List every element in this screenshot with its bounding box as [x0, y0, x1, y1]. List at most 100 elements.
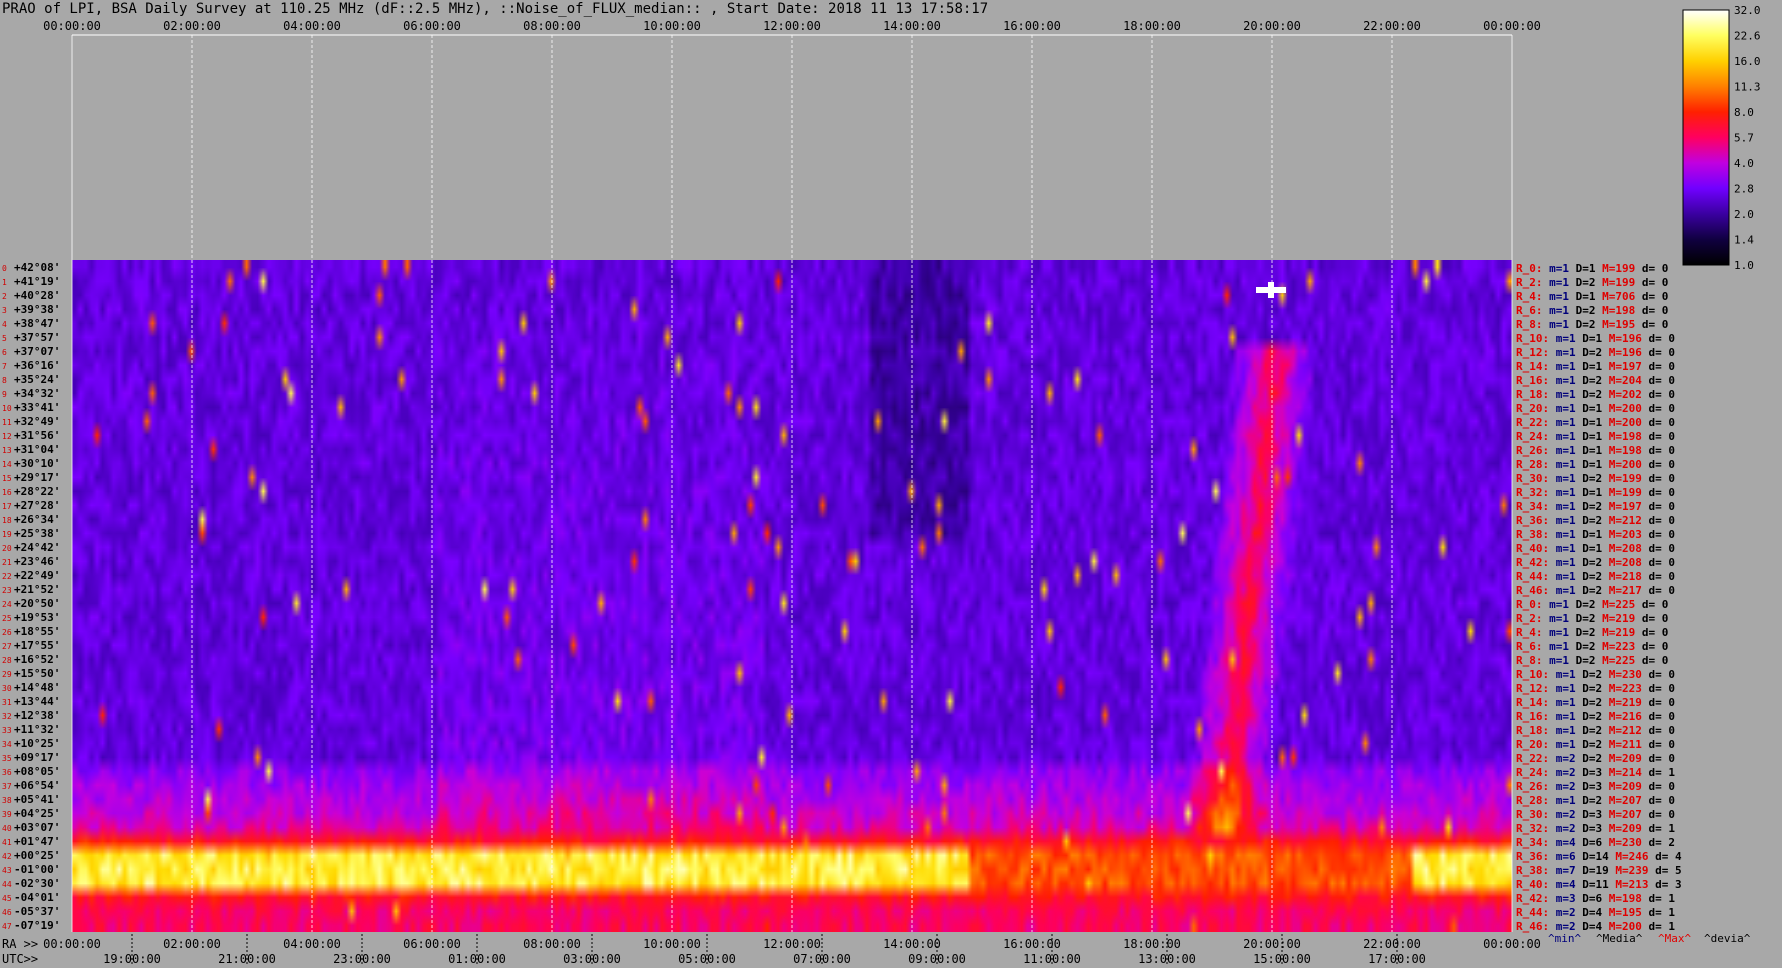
utc-tick-label: 11:00:00 — [1023, 952, 1081, 966]
ra-bottom-tick-label: 18:00:00 — [1123, 937, 1181, 951]
colorbar-tick-label: 2.8 — [1734, 183, 1754, 196]
row-stat-line: R_8: m=1 D=2 M=195 d= 0 — [1516, 318, 1668, 331]
row-stat-line: R_12: m=1 D=2 M=223 d= 0 — [1516, 682, 1675, 695]
utc-tick-label: 09:00:00 — [908, 952, 966, 966]
dec-row-index: 43 — [2, 866, 12, 875]
row-stat-line: R_46: m=1 D=2 M=217 d= 0 — [1516, 584, 1675, 597]
dec-tick-label: +40°28' — [14, 289, 60, 302]
dec-row-index: 14 — [2, 460, 12, 469]
dec-row-index: 13 — [2, 446, 12, 455]
dec-tick-label: +42°08' — [14, 261, 60, 274]
row-stat-line: R_6: m=1 D=2 M=223 d= 0 — [1516, 640, 1668, 653]
survey-chart: 00:00:00 02:00:00 04:00:00 06:00:00 08:00:00… — [2, 4, 1761, 966]
row-stat-line: R_14: m=1 D=1 M=197 d= 0 — [1516, 360, 1675, 373]
row-stat-line: R_4: m=1 D=2 M=219 d= 0 — [1516, 626, 1668, 639]
ra-tick-label: 04:00:00 — [283, 19, 341, 33]
bottom-axes: RA >>UTC>> 00:00:00 02:00:00 04:00:00 06:00:… — [2, 934, 1541, 966]
row-stat-line: R_4: m=1 D=1 M=706 d= 0 — [1516, 290, 1668, 303]
dec-tick-label: +32°49' — [14, 415, 60, 428]
dec-tick-label: +12°38' — [14, 709, 60, 722]
dec-row-index: 19 — [2, 530, 12, 539]
dec-tick-label: +17°55' — [14, 639, 60, 652]
colorbar-tick-label: 11.3 — [1734, 81, 1761, 94]
row-stat-line: R_18: m=1 D=2 M=202 d= 0 — [1516, 388, 1675, 401]
row-stat-line: R_30: m=1 D=2 M=199 d= 0 — [1516, 472, 1675, 485]
row-stat-line: R_24: m=1 D=1 M=198 d= 0 — [1516, 430, 1675, 443]
row-stat-line: R_10: m=1 D=1 M=196 d= 0 — [1516, 332, 1675, 345]
dec-row-index: 25 — [2, 614, 12, 623]
ra-bottom-tick-label: 00:00:00 — [1483, 937, 1541, 951]
utc-tick-label: 17:00:00 — [1368, 952, 1426, 966]
dec-tick-label: +00°25' — [14, 849, 60, 862]
dec-tick-label: +08°05' — [14, 765, 60, 778]
ra-bottom-tick-label: 12:00:00 — [763, 937, 821, 951]
ra-tick-label: 06:00:00 — [403, 19, 461, 33]
row-stat-line: R_36: m=1 D=2 M=212 d= 0 — [1516, 514, 1675, 527]
row-stat-line: R_6: m=1 D=2 M=198 d= 0 — [1516, 304, 1668, 317]
row-stat-line: R_44: m=1 D=2 M=218 d= 0 — [1516, 570, 1675, 583]
row-stat-line: R_0: m=1 D=2 M=225 d= 0 — [1516, 598, 1668, 611]
dec-row-index: 46 — [2, 908, 12, 917]
ra-tick-label: 00:00:00 — [43, 19, 101, 33]
row-stat-line: R_38: m=1 D=1 M=203 d= 0 — [1516, 528, 1675, 541]
dec-tick-label: +27°28' — [14, 499, 60, 512]
dec-row-index: 36 — [2, 768, 12, 777]
dec-row-index: 11 — [2, 418, 12, 427]
dec-tick-label: +29°17' — [14, 471, 60, 484]
dec-tick-label: +37°57' — [14, 331, 60, 344]
dec-tick-label: +22°49' — [14, 569, 60, 582]
row-stat-line: R_24: m=2 D=3 M=214 d= 1 — [1516, 766, 1675, 779]
row-stat-line: R_46: m=2 D=4 M=200 d= 1 — [1516, 920, 1675, 933]
dec-row-index: 10 — [2, 404, 12, 413]
dec-tick-label: -02°30' — [14, 877, 60, 890]
dec-tick-label: +19°53' — [14, 611, 60, 624]
row-stat-line: R_38: m=7 D=19 M=239 d= 5 — [1516, 864, 1682, 877]
dec-tick-label: +34°32' — [14, 387, 60, 400]
dec-row-index: 18 — [2, 516, 12, 525]
dec-row-index: 17 — [2, 502, 12, 511]
utc-tick-label: 13:00:00 — [1138, 952, 1196, 966]
dec-tick-label: -05°37' — [14, 905, 60, 918]
row-stat-line: R_40: m=1 D=1 M=208 d= 0 — [1516, 542, 1675, 555]
row-stats-column: R_0: m=1 D=1 M=199 d= 0R_2: m=1 D=2 M=19… — [1516, 262, 1751, 945]
dec-tick-label: +26°34' — [14, 513, 60, 526]
row-stat-line: R_44: m=2 D=4 M=195 d= 1 — [1516, 906, 1675, 919]
dec-tick-label: +31°56' — [14, 429, 60, 442]
row-stat-line: R_42: m=3 D=6 M=198 d= 1 — [1516, 892, 1675, 905]
dec-row-index: 26 — [2, 628, 12, 637]
colorbar-tick-label: 22.6 — [1734, 30, 1761, 43]
dec-row-index: 23 — [2, 586, 12, 595]
dec-tick-label: -01°00' — [14, 863, 60, 876]
dec-row-index: 40 — [2, 824, 12, 833]
dec-row-index: 16 — [2, 488, 12, 497]
row-stat-line: R_30: m=2 D=3 M=207 d= 0 — [1516, 808, 1675, 821]
row-stat-line: R_10: m=1 D=2 M=230 d= 0 — [1516, 668, 1675, 681]
ra-tick-label: 10:00:00 — [643, 19, 701, 33]
stat-legend-label: ^devia^ — [1704, 932, 1751, 945]
row-stat-line: R_34: m=1 D=2 M=197 d= 0 — [1516, 500, 1675, 513]
dec-row-index: 15 — [2, 474, 12, 483]
dec-row-index: 12 — [2, 432, 12, 441]
row-stat-line: R_40: m=4 D=11 M=213 d= 3 — [1516, 878, 1682, 891]
ra-tick-label: 00:00:00 — [1483, 19, 1541, 33]
dec-tick-label: +11°32' — [14, 723, 60, 736]
row-stat-line: R_12: m=1 D=2 M=196 d= 0 — [1516, 346, 1675, 359]
ra-bottom-tick-label: 14:00:00 — [883, 937, 941, 951]
row-stat-line: R_2: m=1 D=2 M=219 d= 0 — [1516, 612, 1668, 625]
row-stat-line: R_20: m=1 D=1 M=200 d= 0 — [1516, 402, 1675, 415]
dec-tick-label: +01°47' — [14, 835, 60, 848]
dec-tick-label: +04°25' — [14, 807, 60, 820]
dec-row-index: 35 — [2, 754, 12, 763]
ra-bottom-tick-label: 10:00:00 — [643, 937, 701, 951]
row-stat-line: R_18: m=1 D=2 M=212 d= 0 — [1516, 724, 1675, 737]
dec-tick-label: +15°50' — [14, 667, 60, 680]
dec-tick-label: +09°17' — [14, 751, 60, 764]
utc-tick-label: 19:00:00 — [103, 952, 161, 966]
dec-tick-label: +03°07' — [14, 821, 60, 834]
colorbar-tick-label: 1.4 — [1734, 234, 1754, 247]
stat-legend-label: ^min^ — [1548, 932, 1581, 945]
dec-tick-label: +36°16' — [14, 359, 60, 372]
dec-row-index: 39 — [2, 810, 12, 819]
dec-tick-label: +05°41' — [14, 793, 60, 806]
colorbar-tick-label: 1.0 — [1734, 259, 1754, 272]
